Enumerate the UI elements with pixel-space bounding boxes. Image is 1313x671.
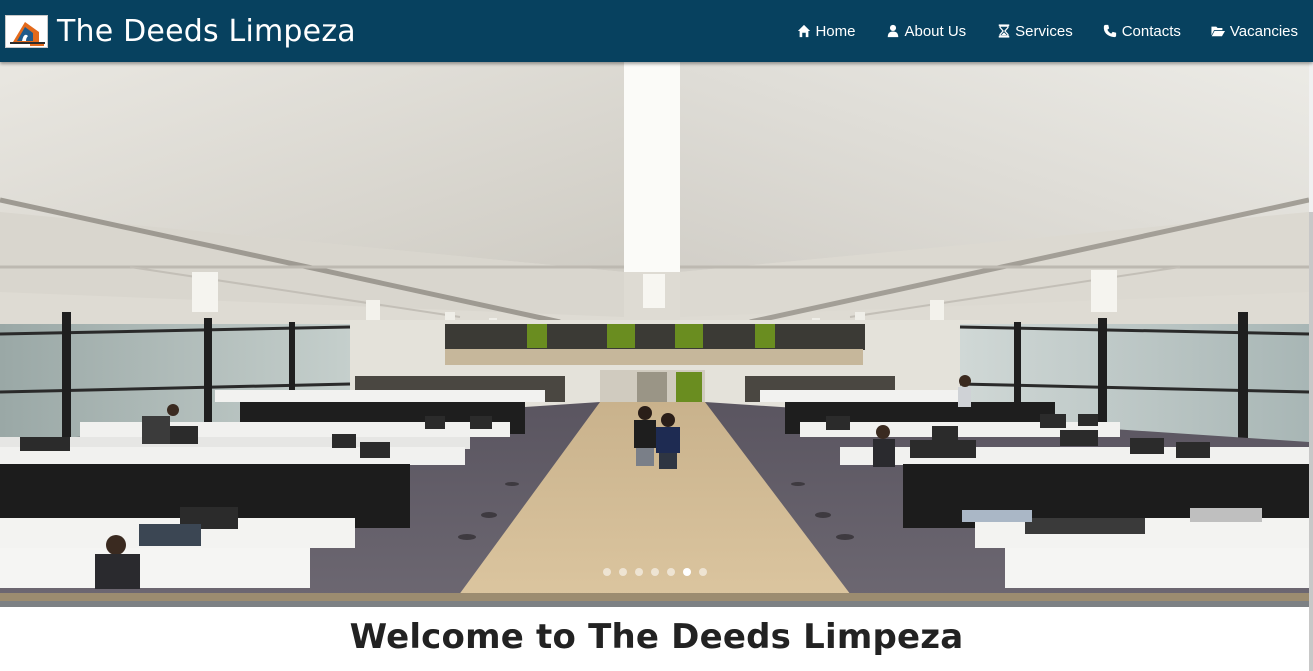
nav-vacancies-label: Vacancies bbox=[1229, 22, 1298, 40]
scrollbar-thumb[interactable] bbox=[1309, 212, 1313, 671]
nav-contacts-label: Contacts bbox=[1121, 22, 1181, 40]
carousel-indicator[interactable] bbox=[666, 568, 675, 576]
carousel-indicator-active[interactable] bbox=[682, 568, 691, 576]
welcome-heading: Welcome to The Deeds Limpeza bbox=[349, 617, 964, 657]
site-title: The Deeds Limpeza bbox=[57, 13, 356, 49]
brand-link[interactable]: The Deeds Limpeza bbox=[5, 14, 356, 49]
carousel-indicator[interactable] bbox=[618, 568, 627, 576]
home-icon bbox=[796, 24, 811, 39]
nav-services-label: Services bbox=[1015, 22, 1073, 40]
folder-open-icon bbox=[1211, 24, 1226, 39]
nav-home[interactable]: Home bbox=[796, 23, 855, 40]
office-photo bbox=[0, 62, 1309, 607]
hero-carousel[interactable] bbox=[0, 62, 1309, 607]
carousel-indicator[interactable] bbox=[634, 568, 643, 576]
carousel-indicator[interactable] bbox=[602, 568, 611, 576]
nav-home-label: Home bbox=[815, 22, 856, 40]
nav-about-us[interactable]: About Us bbox=[885, 23, 966, 40]
navbar: The Deeds Limpeza Home About Us Services… bbox=[0, 0, 1313, 62]
nav-services[interactable]: Services bbox=[996, 23, 1073, 40]
phone-icon bbox=[1103, 24, 1118, 39]
user-icon bbox=[885, 24, 900, 39]
site-logo bbox=[5, 14, 48, 48]
carousel-indicator[interactable] bbox=[698, 568, 707, 576]
page-scrollbar[interactable] bbox=[1309, 62, 1313, 671]
main-nav: Home About Us Services Contacts Vacancie… bbox=[766, 23, 1298, 40]
nav-about-us-label: About Us bbox=[904, 22, 967, 40]
nav-vacancies[interactable]: Vacancies bbox=[1211, 23, 1298, 40]
hourglass-icon bbox=[996, 24, 1011, 39]
nav-contacts[interactable]: Contacts bbox=[1103, 23, 1181, 40]
carousel-indicator[interactable] bbox=[650, 568, 659, 576]
carousel-indicators bbox=[0, 568, 1309, 576]
